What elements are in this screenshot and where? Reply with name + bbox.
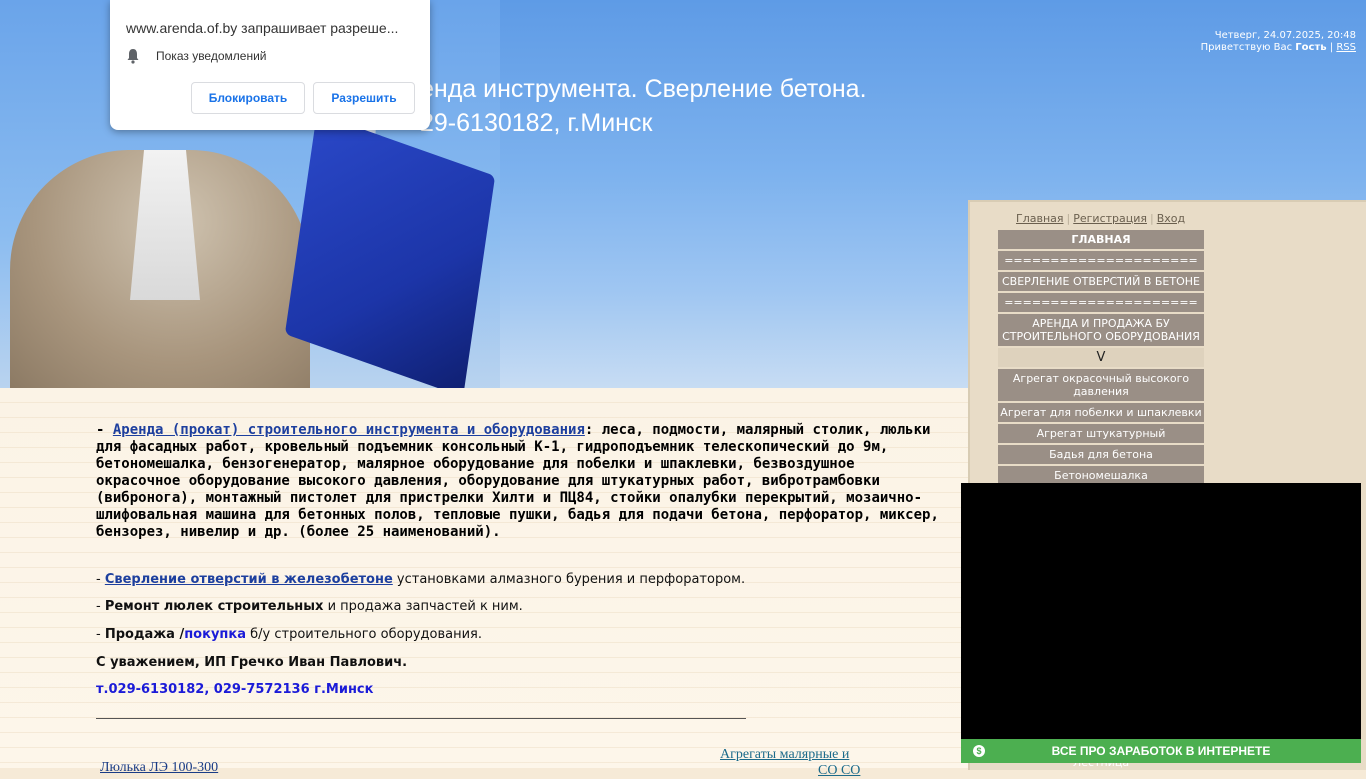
cradle-link[interactable]: Люлька ЛЭ 100-300 (100, 760, 218, 776)
buy-link[interactable]: покупка (184, 627, 246, 642)
separator: | (1066, 212, 1071, 225)
menu-item[interactable]: ГЛАВНАЯ (998, 230, 1204, 251)
site-title-line2: 29-6130182, г.Минск (420, 109, 653, 137)
notification-text: Показ уведомлений (156, 49, 267, 63)
menu-item[interactable]: АРЕНДА И ПРОДАЖА БУ СТРОИТЕЛЬНОГО ОБОРУД… (998, 314, 1204, 348)
paint-units-link-continued[interactable]: СО СО (818, 763, 860, 779)
intro-text: : леса, подмости, малярный столик, люльк… (96, 422, 939, 540)
phone-line: т.029-6130182, 029-7572136 г.Минск (96, 682, 374, 697)
intro-dash: - (96, 422, 113, 438)
sale-paragraph: - Продажа /покупка б/у строительного обо… (96, 627, 482, 642)
rent-link[interactable]: Аренда (прокат) строительного инструмент… (113, 422, 585, 438)
user-links: Главная | Регистрация | Вход (1016, 212, 1185, 225)
block-button[interactable]: Блокировать (191, 82, 305, 114)
greeting-text: Приветствую Вас (1200, 42, 1293, 53)
notification-title: www.arenda.of.by запрашивает разреше... (126, 20, 399, 36)
menu-arrow: V (998, 348, 1204, 369)
p3-text: б/у строительного оборудования. (246, 627, 482, 642)
date-greeting: Четверг, 24.07.2025, 20:48 Приветствую В… (1201, 30, 1356, 54)
rss-link[interactable]: RSS (1336, 42, 1356, 53)
site-title-line1: енда инструмента. Сверление бетона. (420, 75, 867, 103)
ad-caption: ВСЕ ПРО ЗАРАБОТОК В ИНТЕРНЕТЕ (1051, 744, 1271, 758)
menu-item[interactable]: ===================== (998, 293, 1204, 314)
ad-banner[interactable]: $ ВСЕ ПРО ЗАРАБОТОК В ИНТЕРНЕТЕ (961, 483, 1361, 763)
ad-caption-bar[interactable]: $ ВСЕ ПРО ЗАРАБОТОК В ИНТЕРНЕТЕ (961, 739, 1361, 763)
dollar-icon: $ (973, 745, 985, 757)
menu-item[interactable]: Агрегат штукатурный (998, 424, 1204, 445)
menu-item[interactable]: Агрегат для побелки и шпаклевки (998, 403, 1204, 424)
menu-item[interactable]: Агрегат окрасочный высокого давления (998, 369, 1204, 403)
p1-text: установками алмазного бурения и перфорат… (392, 572, 746, 587)
main-content: - Аренда (прокат) строительного инструме… (0, 388, 968, 778)
bell-icon (127, 49, 139, 64)
divider: | (1329, 42, 1334, 53)
divider-line (96, 718, 746, 719)
allow-button[interactable]: Разрешить (313, 82, 415, 114)
menu-item[interactable]: СВЕРЛЕНИЕ ОТВЕРСТИЙ В БЕТОНЕ (998, 272, 1204, 293)
notification-popup: www.arenda.of.by запрашивает разреше... … (110, 0, 430, 130)
p3-bold: Продажа / (104, 627, 185, 642)
p2-bold: Ремонт люлек строительных (104, 599, 324, 614)
menu-item[interactable]: Бадья для бетона (998, 445, 1204, 466)
register-link[interactable]: Регистрация (1073, 212, 1147, 225)
p2-dash: - (96, 599, 105, 614)
p3-dash: - (96, 627, 105, 642)
p2-text: и продажа запчастей к ним. (323, 599, 523, 614)
paint-units-link[interactable]: Агрегаты малярные и (720, 747, 849, 763)
date-text: Четверг, 24.07.2025, 20:48 (1214, 30, 1356, 41)
login-link[interactable]: Вход (1157, 212, 1185, 225)
site-menu: ГЛАВНАЯ ===================== СВЕРЛЕНИЕ ОТ… (998, 230, 1204, 508)
photo-laptop (284, 113, 496, 388)
repair-paragraph: - Ремонт люлек строительных и продажа за… (96, 599, 523, 614)
user-name: Гость (1295, 42, 1327, 53)
menu-item[interactable]: ===================== (998, 251, 1204, 272)
p1-dash: - (96, 572, 105, 587)
greeting-line: Приветствую Вас Гость | RSS (1201, 42, 1356, 54)
intro-paragraph: - Аренда (прокат) строительного инструме… (96, 422, 946, 541)
drilling-link[interactable]: Сверление отверстий в железобетоне (105, 572, 393, 587)
site-title: енда инструмента. Сверление бетона. 29-6… (420, 72, 867, 140)
drilling-paragraph: - Сверление отверстий в железобетоне уст… (96, 572, 745, 587)
home-link[interactable]: Главная (1016, 212, 1064, 225)
signature: С уважением, ИП Гречко Иван Павлович. (96, 655, 408, 670)
separator: | (1150, 212, 1154, 225)
